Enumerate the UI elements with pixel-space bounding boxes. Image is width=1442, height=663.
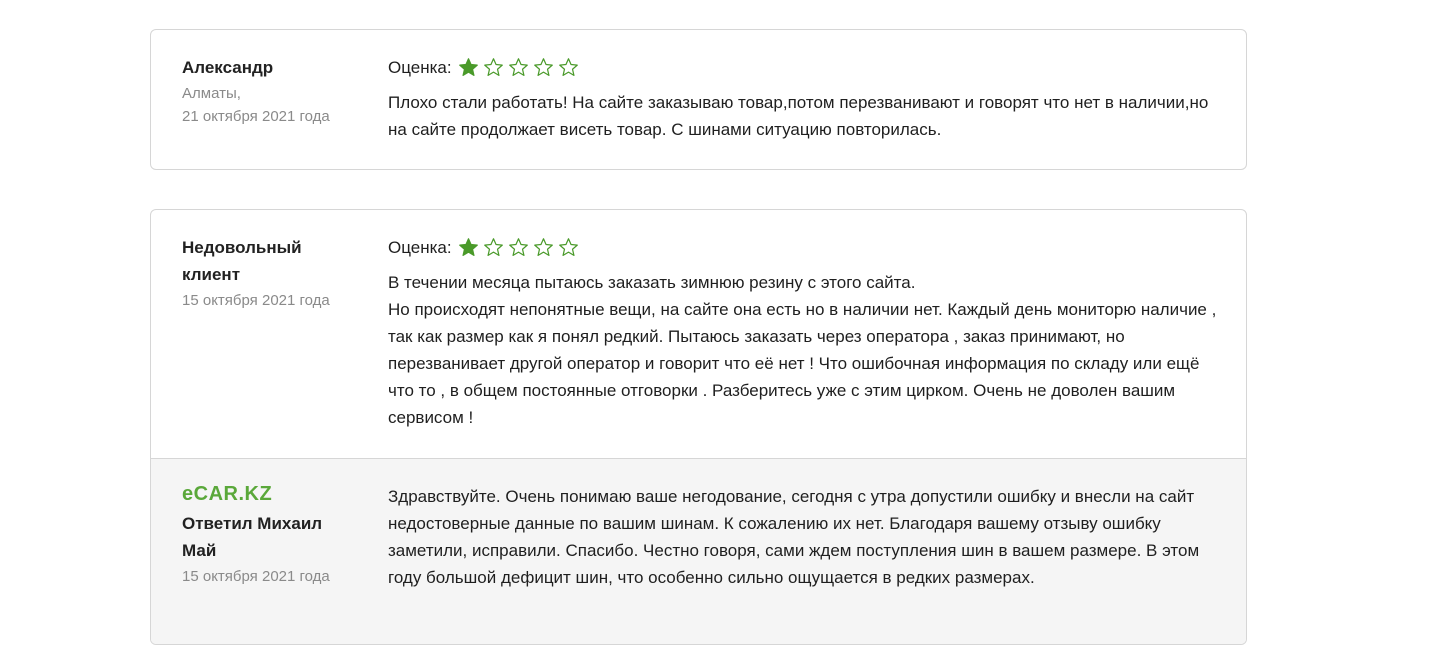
star-outline-icon (558, 238, 578, 256)
star-outline-icon (533, 238, 553, 256)
star-outline-icon (558, 58, 578, 76)
star-outline-icon (508, 238, 528, 256)
review-meta: Недовольный клиент 15 октября 2021 года (182, 234, 330, 312)
star-filled-icon (458, 238, 478, 256)
review-body: Оценка: В течении месяца пытаюсь заказат… (388, 234, 1228, 431)
review-text: Плохо стали работать! На сайте заказываю… (388, 93, 1209, 139)
review-author: Недовольный клиент (182, 238, 302, 284)
reply-author: Ответил Михаил Май (182, 514, 323, 560)
review-card: Недовольный клиент 15 октября 2021 года … (150, 209, 1247, 645)
review-author: Александр (182, 58, 274, 77)
rating-label: Оценка: (388, 58, 452, 77)
star-filled-icon (458, 58, 478, 76)
review-city: Алматы, (182, 85, 241, 102)
review-rating: Оценка: (388, 234, 1228, 261)
review-date: 15 октября 2021 года (182, 292, 330, 309)
review-card: Александр Алматы, 21 октября 2021 года О… (150, 29, 1247, 170)
rating-stars (458, 237, 579, 258)
ecar-logo: eCAR.KZ (182, 483, 273, 505)
review-body: Оценка: Плохо стали работать! На сайте з… (388, 54, 1228, 143)
reply-text: Здравствуйте. Очень понимаю ваше негодов… (388, 487, 1200, 587)
review-rating: Оценка: (388, 54, 1228, 81)
review-meta: Александр Алматы, 21 октября 2021 года (182, 54, 342, 128)
reply-date: 15 октября 2021 года (182, 568, 330, 585)
review-text: В течении месяца пытаюсь заказать зимнюю… (388, 273, 1217, 427)
store-reply: eCAR.KZ Ответил Михаил Май 15 октября 20… (151, 458, 1246, 644)
star-outline-icon (483, 238, 503, 256)
star-outline-icon (508, 58, 528, 76)
rating-label: Оценка: (388, 238, 452, 257)
star-outline-icon (533, 58, 553, 76)
star-outline-icon (483, 58, 503, 76)
rating-stars (458, 57, 579, 78)
review-date: 21 октября 2021 года (182, 108, 330, 125)
